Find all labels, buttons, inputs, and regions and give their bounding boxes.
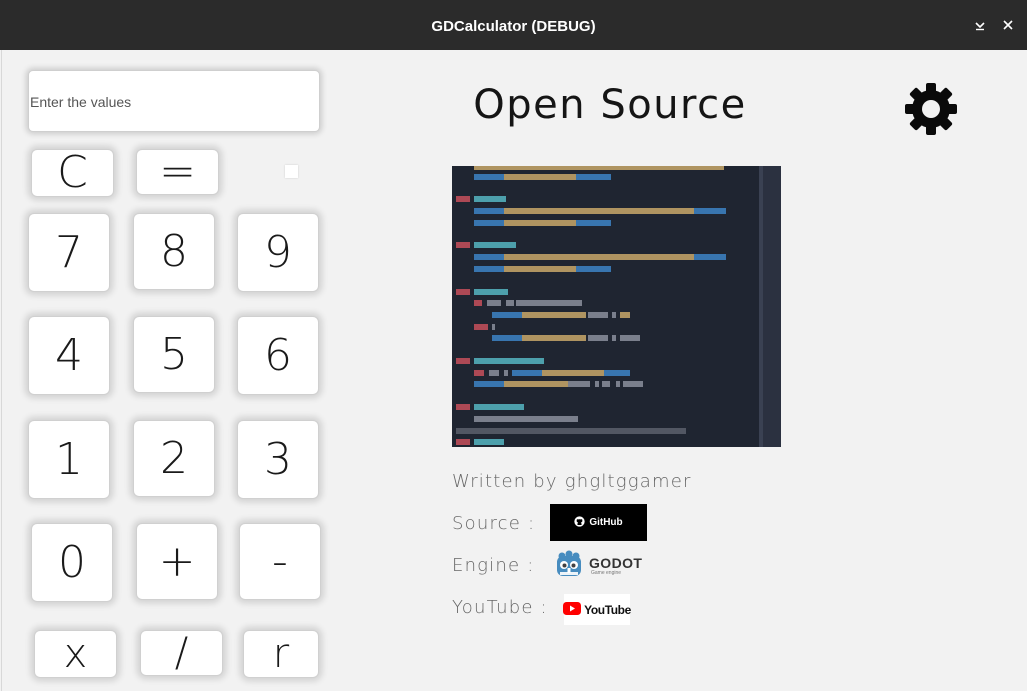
divide-button[interactable]: / — [140, 630, 223, 676]
github-link[interactable]: GitHub — [550, 504, 647, 541]
godot-badge-subtext: Game engine — [591, 570, 622, 576]
close-button[interactable] — [997, 15, 1019, 37]
key-8[interactable]: 8 — [133, 213, 215, 290]
youtube-link[interactable]: YouTube — [563, 594, 631, 625]
equals-button[interactable]: = — [136, 149, 219, 195]
engine-label: Engine : — [452, 555, 535, 576]
page-title: Open Source — [473, 82, 747, 128]
youtube-icon — [563, 600, 582, 619]
key-2[interactable]: 2 — [133, 420, 215, 497]
toggle-square[interactable] — [285, 165, 298, 178]
github-icon — [574, 515, 585, 530]
youtube-badge-text: YouTube — [584, 602, 631, 617]
minimize-button[interactable] — [969, 15, 991, 37]
multiply-button[interactable]: x — [34, 630, 117, 678]
youtube-label: YouTube : — [452, 597, 548, 618]
key-6[interactable]: 6 — [237, 316, 319, 395]
source-label: Source : — [452, 513, 536, 534]
key-4[interactable]: 4 — [28, 316, 110, 395]
values-input[interactable]: Enter the values — [28, 70, 320, 132]
godot-icon — [554, 550, 584, 584]
key-1[interactable]: 1 — [28, 420, 110, 499]
key-5[interactable]: 5 — [133, 316, 215, 393]
plus-button[interactable]: + — [136, 523, 218, 600]
minus-button[interactable]: - — [239, 523, 321, 600]
gear-icon — [904, 83, 958, 140]
author-credit: Written by ghgltggamer — [452, 471, 692, 492]
clear-button[interactable]: C — [31, 149, 114, 197]
window-titlebar: GDCalculator (DEBUG) — [0, 0, 1027, 50]
code-screenshot-image — [452, 166, 781, 447]
window-title: GDCalculator (DEBUG) — [431, 18, 596, 35]
root-button[interactable]: r — [243, 630, 319, 678]
key-9[interactable]: 9 — [237, 213, 319, 292]
key-3[interactable]: 3 — [237, 420, 319, 499]
close-icon — [1001, 17, 1015, 36]
minimize-icon — [973, 17, 987, 36]
settings-button[interactable] — [904, 82, 958, 136]
key-7[interactable]: 7 — [28, 213, 110, 292]
values-input-placeholder: Enter the values — [30, 94, 132, 110]
godot-link[interactable]: GODOT Game engine — [554, 549, 643, 584]
key-0[interactable]: 0 — [31, 523, 113, 602]
godot-badge-text: GODOT — [589, 555, 643, 571]
github-badge-text: GitHub — [589, 517, 623, 528]
